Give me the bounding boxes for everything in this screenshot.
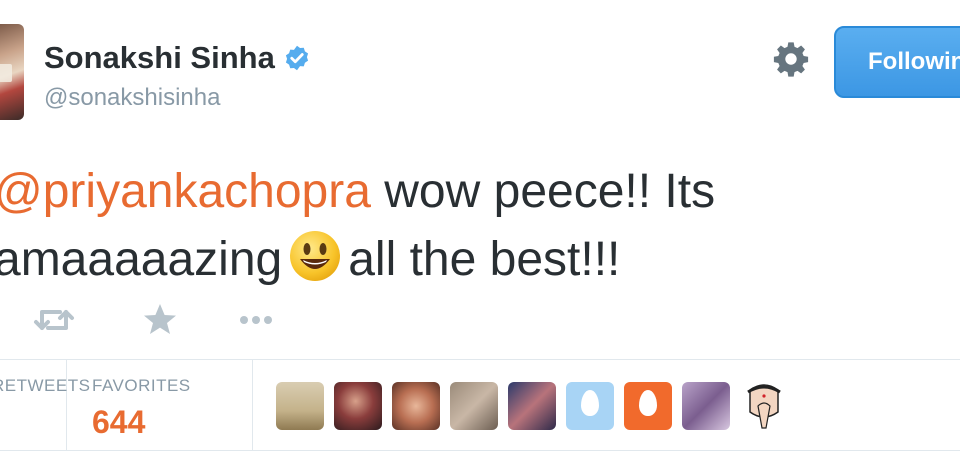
stats-divider [252, 360, 253, 450]
favorites-label[interactable]: FAVORITES [92, 376, 191, 396]
tweet-text-part: all the best!!! [348, 233, 621, 286]
favoriter-avatar[interactable] [276, 382, 324, 430]
favoriter-avatar-default-egg[interactable] [566, 382, 614, 430]
following-button[interactable]: Following [834, 26, 960, 98]
favoriter-avatar[interactable] [508, 382, 556, 430]
retweets-label[interactable]: RETWEETS [0, 376, 90, 396]
egg-icon [581, 390, 599, 416]
profile-avatar[interactable] [0, 24, 24, 120]
favoriter-avatar[interactable] [450, 382, 498, 430]
egg-icon [639, 390, 657, 416]
favoriter-avatar-default-egg[interactable] [624, 382, 672, 430]
stats-divider [66, 360, 67, 450]
tweet-line-1: @priyankachopra wow peece!! Its [0, 158, 960, 226]
tweet-text-part: amaaaaazing [0, 233, 283, 286]
favoriter-avatar[interactable] [334, 382, 382, 430]
tweet-text: @priyankachopra wow peece!! Its amaaaaaz… [0, 158, 960, 294]
verified-badge-icon [285, 45, 308, 71]
retweet-icon[interactable] [32, 300, 76, 340]
display-name-text[interactable]: Sonakshi Sinha [44, 40, 275, 76]
display-name[interactable]: Sonakshi Sinha [44, 40, 311, 76]
favoriter-avatar[interactable] [392, 382, 440, 430]
stats-divider-top [0, 359, 960, 360]
namaste-illustration-icon [747, 384, 781, 429]
more-icon[interactable] [234, 300, 278, 340]
user-handle[interactable]: @sonakshisinha [44, 84, 220, 112]
favoriters-list [276, 382, 788, 430]
favoriter-avatar[interactable] [682, 382, 730, 430]
tweet-line-2: amaaaaazing all the best!!! [0, 226, 960, 294]
gear-icon[interactable] [772, 40, 810, 78]
favorites-count[interactable]: 644 [92, 404, 145, 441]
smiley-emoji-icon [290, 231, 341, 281]
favoriter-avatar[interactable] [740, 382, 788, 430]
tweet-text-part: wow peece!! Its [370, 165, 716, 218]
stats-divider-bottom [0, 450, 960, 451]
mention-link[interactable]: @priyankachopra [0, 165, 371, 218]
favorite-star-icon[interactable] [138, 300, 182, 340]
